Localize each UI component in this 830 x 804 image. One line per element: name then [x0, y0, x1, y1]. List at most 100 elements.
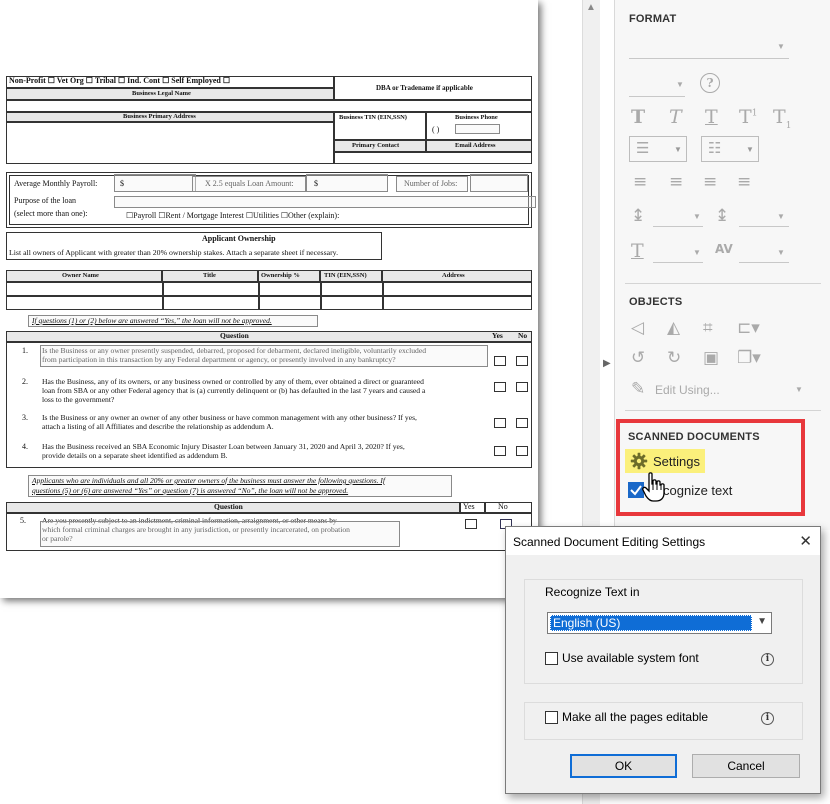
paragraph-spacing-chevron-icon[interactable]: ▼	[777, 212, 785, 221]
bold-text-icon[interactable]: T	[631, 106, 645, 128]
info-icon[interactable]: i	[761, 712, 774, 725]
numbered-list-icon: ☷	[708, 139, 722, 157]
use-system-font-checkbox[interactable]	[545, 652, 558, 665]
address-value	[6, 122, 334, 164]
warning-2-line2: questions (5) or (6) are answered “Yes” …	[32, 486, 349, 495]
scanned-page[interactable]: Non-Profit ☐ Vet Org ☐ Tribal ☐ Ind. Con…	[0, 0, 538, 598]
settings-label[interactable]: Settings	[653, 454, 700, 469]
ownership-desc: List all owners of Applicant with greate…	[9, 248, 339, 257]
panel-collapse-icon[interactable]: ▶	[603, 358, 611, 369]
make-all-editable-label[interactable]: Make all the pages editable	[562, 710, 708, 724]
q3-no-checkbox[interactable]	[516, 418, 528, 428]
document-viewer[interactable]: Non-Profit ☐ Vet Org ☐ Tribal ☐ Ind. Con…	[0, 0, 582, 804]
q1-no-checkbox[interactable]	[516, 356, 528, 366]
edit-using-chevron-icon[interactable]: ▼	[795, 385, 803, 394]
horizontal-scale-dropdown[interactable]	[653, 262, 703, 263]
q3-yes-checkbox[interactable]	[494, 418, 506, 428]
q1-number: 1.	[22, 346, 28, 355]
info-icon[interactable]: i	[761, 653, 774, 666]
language-select[interactable]: English (US) ▼	[547, 612, 772, 634]
crop-icon[interactable]: ⌗	[703, 318, 713, 338]
line-spacing-chevron-icon[interactable]: ▼	[693, 212, 701, 221]
close-icon[interactable]: ✕	[799, 532, 812, 550]
arrange-icon[interactable]: ❐▾	[737, 348, 761, 368]
dialog-titlebar[interactable]: Scanned Document Editing Settings ✕	[506, 527, 820, 555]
character-spacing-chevron-icon[interactable]: ▼	[777, 248, 785, 257]
x25-field[interactable]	[192, 176, 306, 192]
numbered-list-chevron-icon[interactable]: ▼	[746, 145, 754, 154]
superscript-icon[interactable]: T1	[739, 106, 757, 128]
justify-icon[interactable]: ≡	[737, 172, 751, 192]
line-spacing-dropdown[interactable]	[653, 226, 703, 227]
character-spacing-dropdown[interactable]	[739, 262, 789, 263]
replace-image-icon[interactable]: ▣	[703, 348, 719, 368]
align-objects-icon[interactable]: ⊏▾	[737, 318, 760, 338]
flip-vertical-icon[interactable]: ◁	[631, 318, 644, 338]
q3-line2: attach a listing of all Affiliates and d…	[42, 422, 274, 431]
align-left-icon[interactable]: ≡	[633, 172, 647, 192]
q3-number: 3.	[22, 413, 28, 422]
email-label: Email Address	[455, 142, 496, 149]
purpose-options[interactable]: ☐Payroll ☐Rent / Mortgage Interest ☐Util…	[126, 211, 339, 221]
q1-field[interactable]	[40, 345, 488, 367]
chevron-down-icon[interactable]: ▼	[757, 616, 767, 627]
q2-yes-checkbox[interactable]	[494, 382, 506, 392]
font-family-chevron-icon[interactable]: ▼	[777, 42, 785, 51]
dba-label: DBA or Tradename if applicable	[376, 84, 473, 92]
q1-yes-checkbox[interactable]	[494, 356, 506, 366]
select-more-label: (select more than one):	[14, 209, 88, 218]
bullet-list-button[interactable]: ☰ ▼	[629, 136, 687, 162]
scroll-up-icon[interactable]: ▲	[586, 2, 596, 13]
legal-name-value	[6, 100, 532, 112]
q5-field[interactable]	[40, 521, 400, 547]
owner-col-title-label: Title	[203, 272, 216, 279]
horizontal-scale-icon[interactable]: T	[631, 240, 644, 262]
purpose-field[interactable]	[114, 196, 536, 208]
paragraph-spacing-icon[interactable]: ↨	[715, 206, 729, 226]
font-size-chevron-icon[interactable]: ▼	[676, 80, 684, 89]
question-header-2-label: Question	[214, 502, 243, 511]
owner-row-2	[6, 296, 532, 310]
yes-header-1: Yes	[492, 331, 503, 340]
help-icon[interactable]: ?	[700, 73, 720, 93]
format-divider	[625, 283, 821, 284]
q5-yes-checkbox[interactable]	[465, 519, 477, 529]
align-right-icon[interactable]: ≡	[703, 172, 717, 192]
ok-button[interactable]: OK	[570, 754, 677, 778]
bullet-list-chevron-icon[interactable]: ▼	[674, 145, 682, 154]
flip-horizontal-icon[interactable]: ◭	[667, 318, 680, 338]
use-system-font-label[interactable]: Use available system font	[562, 651, 699, 665]
contact-label: Primary Contact	[352, 142, 400, 149]
character-spacing-icon[interactable]: AV	[715, 242, 733, 256]
phone-field[interactable]	[455, 124, 500, 134]
edit-using-pencil-icon[interactable]: ✎	[631, 379, 645, 399]
owner-col-tin-label: TIN (EIN,SSN)	[324, 272, 367, 279]
gear-icon[interactable]	[630, 452, 648, 470]
q2-no-checkbox[interactable]	[516, 382, 528, 392]
phone-label: Business Phone	[455, 114, 498, 121]
align-center-icon[interactable]: ≡	[669, 172, 683, 192]
rotate-left-icon[interactable]: ↺	[631, 348, 645, 368]
make-all-editable-checkbox[interactable]	[545, 711, 558, 724]
q4-yes-checkbox[interactable]	[494, 446, 506, 456]
loan-amount-field[interactable]	[306, 174, 388, 192]
underline-text-icon[interactable]: T	[705, 106, 718, 128]
font-family-dropdown[interactable]	[629, 58, 789, 59]
cancel-button[interactable]: Cancel	[692, 754, 800, 778]
rotate-right-icon[interactable]: ↻	[667, 348, 681, 368]
italic-text-icon[interactable]: T	[669, 106, 682, 128]
horizontal-scale-chevron-icon[interactable]: ▼	[693, 248, 701, 257]
num-jobs-field[interactable]	[396, 176, 468, 192]
edit-using-label[interactable]: Edit Using...	[655, 383, 720, 397]
q4-line2: provide details on a separate sheet iden…	[42, 451, 228, 460]
numbered-list-button[interactable]: ☷ ▼	[701, 136, 759, 162]
payroll-dollar: $	[120, 179, 124, 188]
font-size-dropdown[interactable]	[629, 96, 685, 97]
jobs-value-field[interactable]	[470, 174, 528, 192]
q4-no-checkbox[interactable]	[516, 446, 528, 456]
paragraph-spacing-dropdown[interactable]	[739, 226, 789, 227]
recognize-text-label[interactable]: cognize text	[663, 483, 732, 498]
subscript-icon[interactable]: T1	[773, 106, 791, 131]
line-spacing-icon[interactable]: ↨	[631, 206, 645, 226]
payroll-field[interactable]	[114, 174, 196, 192]
